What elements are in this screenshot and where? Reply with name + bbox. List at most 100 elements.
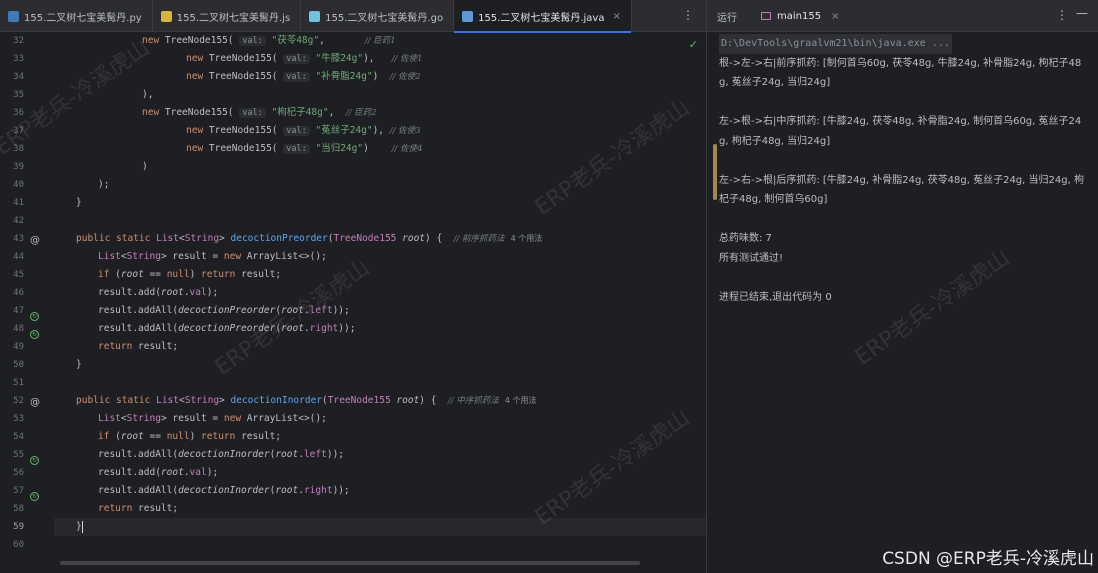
code-line: result.addAll(decoctionInorder(root.left… <box>98 449 345 460</box>
more-options-icon[interactable]: ⋮ <box>1056 8 1068 22</box>
tab-label: 155.二叉树七宝美髯丹.java <box>478 12 605 24</box>
console-icon <box>761 12 771 20</box>
code-line: new TreeNode155( val: "菟丝子24g"), // 佐使3 <box>186 125 421 136</box>
code-line: } <box>76 197 82 208</box>
tab-label: 155.二叉树七宝美髯丹.go <box>325 12 444 24</box>
code-line: new TreeNode155( val: "枸杞子48g", // 臣药2 <box>142 107 377 118</box>
usages-at-icon[interactable]: @ <box>30 236 40 246</box>
code-line: ), <box>142 89 154 100</box>
line-number: 57 <box>13 486 24 496</box>
text-caret <box>81 520 83 533</box>
horizontal-scrollbar[interactable] <box>60 561 640 565</box>
line-number: 36 <box>13 108 24 118</box>
output-line: 根->左->右|前序抓药: [制何首乌60g, 茯苓48g, 牛膝24g, 补骨… <box>719 57 1082 89</box>
line-number-current: 59 <box>13 522 24 532</box>
code-line: result.add(root.val); <box>98 467 219 478</box>
console-output[interactable]: D:\DevTools\graalvm21\bin\java.exe ... 根… <box>713 32 1088 573</box>
code-line-current: } <box>54 518 706 536</box>
output-line: 总药味数: 7 <box>719 233 772 244</box>
more-options-icon[interactable]: ⋮ <box>682 8 694 22</box>
code-line: ); <box>98 179 110 190</box>
run-tab-label: main155 <box>777 10 822 22</box>
line-number: 42 <box>13 216 24 226</box>
line-number: 54 <box>13 432 24 442</box>
line-number: 52 <box>13 396 24 406</box>
close-icon[interactable]: × <box>831 11 839 22</box>
line-number: 48 <box>13 324 24 334</box>
line-number: 46 <box>13 288 24 298</box>
tab-javascript-file[interactable]: 155.二叉树七宝美髯丹.js <box>153 0 302 32</box>
run-header: 运行 main155 × ⋮ — <box>707 0 1098 32</box>
code-line: List<String> result = new ArrayList<>(); <box>98 413 327 424</box>
line-number: 51 <box>13 378 24 388</box>
line-number: 40 <box>13 180 24 190</box>
tab-python-file[interactable]: 155.二叉树七宝美髯丹.py <box>0 0 153 32</box>
line-number: 41 <box>13 198 24 208</box>
code-line: public static List<String> decoctionPreo… <box>76 233 543 244</box>
tab-java-file[interactable]: 155.二叉树七宝美髯丹.java × <box>454 0 632 33</box>
code-line: new TreeNode155( val: "补骨脂24g") // 佐使2 <box>186 71 421 82</box>
footer-credit: CSDN @ERP老兵-冷溪虎山 <box>882 549 1094 569</box>
python-file-icon <box>8 10 19 22</box>
output-line: 所有测试通过! <box>719 252 784 264</box>
code-line: } <box>76 359 82 370</box>
code-line: new TreeNode155( val: "当归24g") // 佐使4 <box>186 143 423 154</box>
minimize-icon[interactable]: — <box>1076 6 1088 20</box>
tab-label: 155.二叉树七宝美髯丹.py <box>24 12 142 24</box>
line-number: 56 <box>13 468 24 478</box>
code-line: if (root == null) return result; <box>98 269 282 280</box>
code-line: result.addAll(decoctionInorder(root.righ… <box>98 485 350 496</box>
output-line: 左->根->右|中序抓药: [牛膝24g, 茯苓48g, 补骨脂24g, 制何首… <box>719 116 1082 147</box>
line-number: 49 <box>13 342 24 352</box>
run-label: 运行 <box>717 13 737 24</box>
tab-go-file[interactable]: 155.二叉树七宝美髯丹.go <box>301 0 455 32</box>
recursion-icon[interactable]: ↻ <box>30 456 39 465</box>
line-number: 43 <box>13 234 24 244</box>
usages-at-icon[interactable]: @ <box>30 398 40 408</box>
editor-tab-bar: 155.二叉树七宝美髯丹.py 155.二叉树七宝美髯丹.js 155.二叉树七… <box>0 0 706 33</box>
code-line: result.addAll(decoctionPreorder(root.rig… <box>98 323 356 334</box>
line-number: 34 <box>13 72 24 82</box>
code-line: new TreeNode155( val: "牛膝24g"), // 佐使1 <box>186 53 423 64</box>
line-number: 50 <box>13 360 24 370</box>
run-tool-window[interactable]: 运行 main155 × ⋮ — D:\DevTools\graalvm21\b… <box>707 0 1098 573</box>
code-line: return result; <box>98 341 179 352</box>
tab-label: 155.二叉树七宝美髯丹.js <box>176 12 291 24</box>
recursion-icon[interactable]: ↻ <box>30 312 39 321</box>
code-line: public static List<String> decoctionInor… <box>76 395 537 406</box>
recursion-icon[interactable]: ↻ <box>30 330 39 339</box>
go-file-icon <box>309 10 321 22</box>
line-number: 58 <box>13 504 24 514</box>
code-line: return result; <box>98 503 179 514</box>
line-number: 33 <box>13 54 24 64</box>
code-line: List<String> result = new ArrayList<>(); <box>98 251 327 262</box>
output-line: 左->右->根|后序抓药: [牛膝24g, 补骨脂24g, 茯苓48g, 菟丝子… <box>719 174 1084 206</box>
recursion-icon[interactable]: ↻ <box>30 492 39 501</box>
vertical-scrollbar[interactable] <box>713 144 717 200</box>
code-line: result.add(root.val); <box>98 287 219 298</box>
code-line: result.addAll(decoctionPreorder(root.lef… <box>98 305 350 316</box>
line-number: 32 <box>13 36 24 46</box>
line-number: 53 <box>13 414 24 424</box>
code-area[interactable]: new TreeNode155( val: "茯苓48g", // 臣药1 ne… <box>54 32 706 573</box>
java-file-icon <box>462 10 474 22</box>
line-number: 35 <box>13 90 24 100</box>
javascript-file-icon <box>160 10 172 22</box>
run-config-tab[interactable]: main155 × <box>755 0 845 32</box>
line-number: 47 <box>13 306 24 316</box>
line-number: 37 <box>13 126 24 136</box>
close-icon[interactable]: × <box>612 11 620 22</box>
line-number: 44 <box>13 252 24 262</box>
line-number: 39 <box>13 162 24 172</box>
code-line: ) <box>142 161 148 172</box>
line-number-gutter[interactable]: 32 33 34 35 36 37 38 39 40 41 42 43 44 4… <box>0 32 52 573</box>
code-editor[interactable]: 155.二叉树七宝美髯丹.py 155.二叉树七宝美髯丹.js 155.二叉树七… <box>0 0 706 573</box>
code-line: if (root == null) return result; <box>98 431 282 442</box>
command-line: D:\DevTools\graalvm21\bin\java.exe ... <box>719 34 952 54</box>
